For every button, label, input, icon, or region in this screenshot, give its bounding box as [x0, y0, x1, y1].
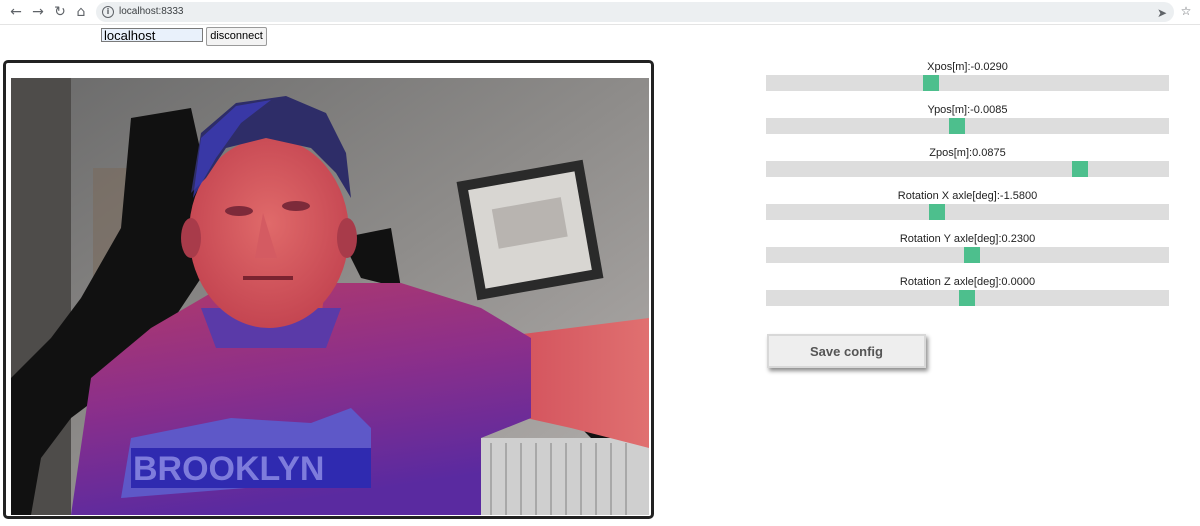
video-panel: BROOKLYN: [3, 60, 654, 519]
slider-track[interactable]: [766, 290, 1169, 306]
slider-label: Rotation Z axle[deg]:0.0000: [899, 276, 1036, 288]
slider-thumb[interactable]: [929, 204, 946, 220]
disconnect-button[interactable]: disconnect: [206, 27, 267, 46]
slider-track[interactable]: [766, 75, 1169, 91]
address-bar[interactable]: i localhost:8333 ➤: [96, 2, 1174, 22]
home-icon[interactable]: ⌂: [72, 3, 90, 21]
slider-label: Rotation X axle[deg]:-1.5800: [897, 190, 1038, 202]
slider-thumb[interactable]: [1072, 161, 1089, 177]
svg-text:BROOKLYN: BROOKLYN: [133, 450, 324, 488]
slider-label: Rotation Y axle[deg]:0.2300: [899, 233, 1036, 245]
host-input[interactable]: [101, 28, 203, 42]
camera-feed-graphic: BROOKLYN: [11, 78, 649, 515]
star-icon[interactable]: ☆: [1178, 2, 1194, 20]
slider-label: Ypos[m]:-0.0085: [927, 104, 1008, 116]
save-config-button[interactable]: Save config: [767, 334, 926, 368]
slider-track[interactable]: [766, 118, 1169, 134]
send-icon[interactable]: ➤: [1154, 4, 1170, 22]
slider-track[interactable]: [766, 247, 1169, 263]
slider-thumb[interactable]: [949, 118, 966, 134]
info-icon[interactable]: i: [102, 6, 114, 18]
url-text[interactable]: localhost:8333: [119, 5, 184, 19]
camera-feed-image: BROOKLYN: [11, 78, 649, 515]
arrow-left-icon[interactable]: ←: [7, 3, 25, 21]
slider-label: Zpos[m]:0.0875: [929, 147, 1006, 159]
slider-thumb[interactable]: [923, 75, 940, 91]
slider-label: Xpos[m]:-0.0290: [927, 61, 1008, 73]
slider-track[interactable]: [766, 204, 1169, 220]
slider-track[interactable]: [766, 161, 1169, 177]
browser-toolbar: ← → ↻ ⌂ i localhost:8333 ➤ ☆: [0, 0, 1200, 25]
slider-thumb[interactable]: [964, 247, 981, 263]
arrow-right-icon[interactable]: →: [29, 3, 47, 21]
slider-thumb[interactable]: [958, 290, 975, 306]
reload-icon[interactable]: ↻: [51, 3, 69, 21]
